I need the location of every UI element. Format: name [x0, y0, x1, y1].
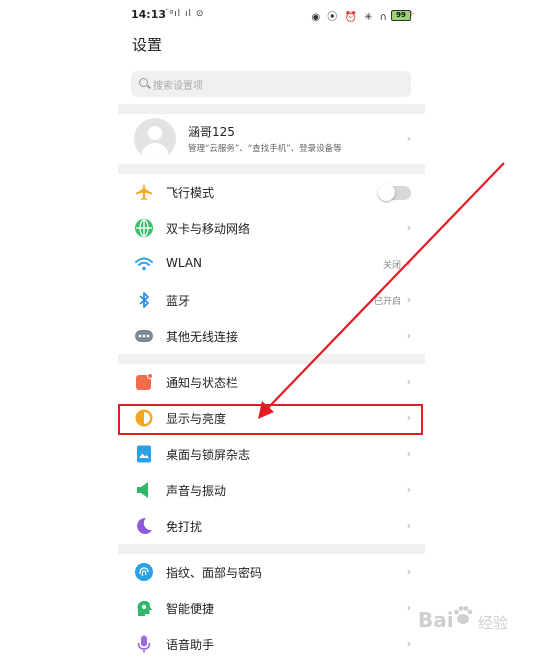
paw-icon — [454, 606, 473, 624]
watermark-brand: 经验 — [478, 614, 509, 632]
watermark-logo: Bai — [418, 608, 454, 632]
annotation-arrow — [258, 162, 505, 419]
